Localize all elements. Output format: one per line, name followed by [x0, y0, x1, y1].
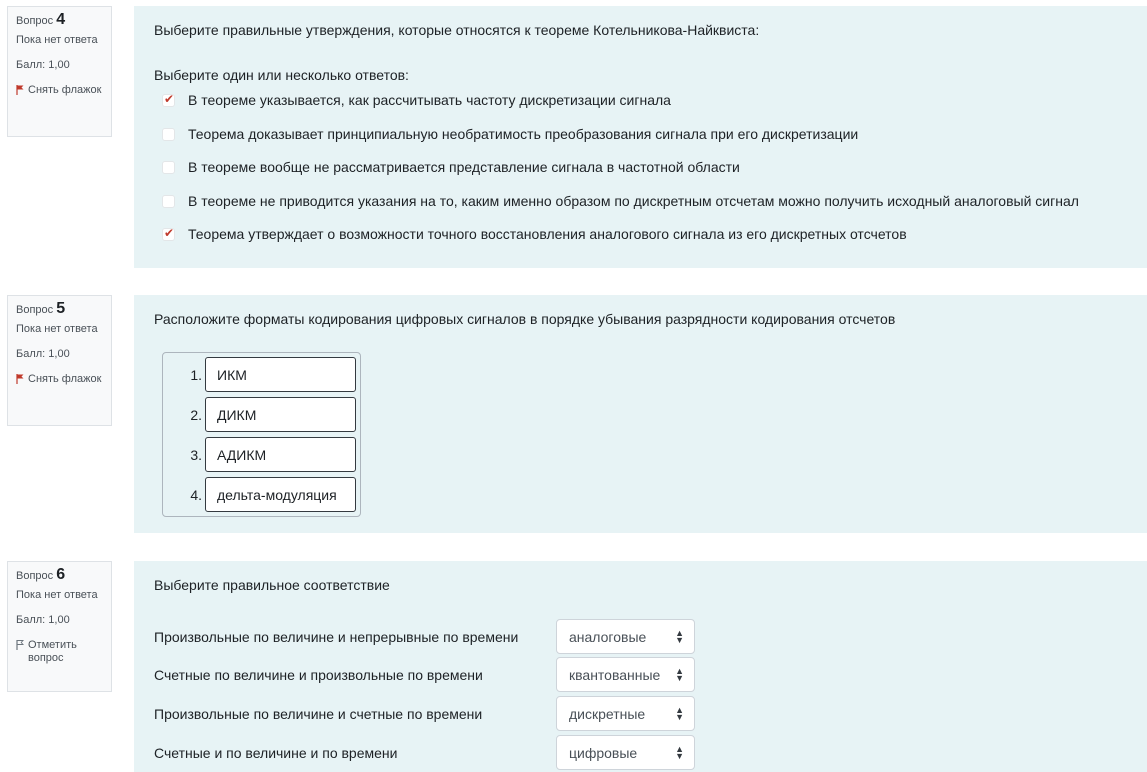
draggable-item[interactable]: АДИКМ — [205, 437, 356, 472]
question-grade: Балл: 1,00 — [16, 348, 70, 360]
question-grade: Балл: 1,00 — [16, 59, 70, 71]
question-text: Выберите правильные утверждения, которые… — [154, 22, 760, 38]
flag-question-link[interactable]: Снять флажок — [16, 84, 104, 99]
question-number: Вопрос 6 — [16, 566, 66, 583]
question-number: Вопрос 4 — [16, 11, 66, 28]
ordering-item[interactable]: 2. ДИКМ — [163, 397, 356, 432]
checkmark-icon: ✔ — [164, 225, 175, 240]
red-flag-icon — [16, 373, 28, 388]
draggable-item[interactable]: ДИКМ — [205, 397, 356, 432]
question-status: Пока нет ответа — [16, 34, 98, 46]
answer-option[interactable]: В теореме вообще не рассматривается пред… — [162, 159, 740, 175]
question-text: Выберите правильное соответствие — [154, 577, 390, 593]
question-content-5: Расположите форматы кодирования цифровых… — [134, 295, 1147, 533]
question-content-4: Выберите правильные утверждения, которые… — [134, 6, 1147, 268]
question-number: Вопрос 5 — [16, 300, 66, 317]
updown-caret-icon: ▲ ▼ — [675, 627, 684, 645]
ordering-item[interactable]: 3. АДИКМ — [163, 437, 356, 472]
question-info-4: Вопрос 4 Пока нет ответа Балл: 1,00 Снят… — [7, 6, 112, 137]
draggable-item[interactable]: дельта-модуляция — [205, 477, 356, 512]
ordering-item[interactable]: 4. дельта-модуляция — [163, 477, 356, 512]
answer-option[interactable]: В теореме не приводится указания на то, … — [162, 193, 1079, 209]
ordering-item[interactable]: 1. ИКМ — [163, 357, 356, 392]
question-content-6: Выберите правильное соответствие Произво… — [134, 561, 1147, 772]
answer-option[interactable]: ✔ Теорема утверждает о возможности точно… — [162, 226, 907, 242]
flag-question-link[interactable]: Отметить вопрос — [16, 639, 104, 665]
match-select[interactable]: дискретные ▲ ▼ — [556, 696, 695, 731]
answer-checkbox[interactable] — [162, 194, 175, 208]
draggable-item[interactable]: ИКМ — [205, 357, 356, 392]
answer-checkbox[interactable]: ✔ — [162, 225, 175, 241]
match-select[interactable]: цифровые ▲ ▼ — [556, 735, 695, 770]
match-select[interactable]: квантованные ▲ ▼ — [556, 657, 695, 692]
red-flag-icon — [16, 84, 28, 99]
updown-caret-icon: ▲ ▼ — [675, 665, 684, 683]
match-row: Счетные по величине и произвольные по вр… — [154, 657, 695, 692]
match-select[interactable]: аналоговые ▲ ▼ — [556, 619, 695, 654]
answer-checkbox[interactable] — [162, 160, 175, 174]
question-status: Пока нет ответа — [16, 589, 98, 601]
match-row: Произвольные по величине и непрерывные п… — [154, 619, 695, 654]
flag-question-link[interactable]: Снять флажок — [16, 373, 104, 388]
question-grade: Балл: 1,00 — [16, 614, 70, 626]
question-info-5: Вопрос 5 Пока нет ответа Балл: 1,00 Снят… — [7, 295, 112, 426]
answer-checkbox[interactable] — [162, 127, 175, 141]
question-text: Расположите форматы кодирования цифровых… — [154, 311, 896, 327]
question-info-6: Вопрос 6 Пока нет ответа Балл: 1,00 Отме… — [7, 561, 112, 692]
answer-option[interactable]: Теорема доказывает принципиальную необра… — [162, 126, 858, 142]
match-row: Произвольные по величине и счетные по вр… — [154, 696, 695, 731]
checkmark-icon: ✔ — [164, 91, 175, 106]
answer-prompt: Выберите один или несколько ответов: — [154, 67, 409, 83]
match-row: Счетные и по величине и по времени цифро… — [154, 735, 695, 770]
ordering-list: 1. ИКМ 2. ДИКМ 3. АДИКМ 4. дельта-модуля… — [162, 352, 361, 517]
updown-caret-icon: ▲ ▼ — [675, 704, 684, 722]
question-status: Пока нет ответа — [16, 323, 98, 335]
outline-flag-icon — [16, 639, 28, 654]
updown-caret-icon: ▲ ▼ — [675, 743, 684, 761]
answer-checkbox[interactable]: ✔ — [162, 91, 175, 107]
answer-option[interactable]: ✔ В теореме указывается, как рассчитыват… — [162, 92, 671, 108]
